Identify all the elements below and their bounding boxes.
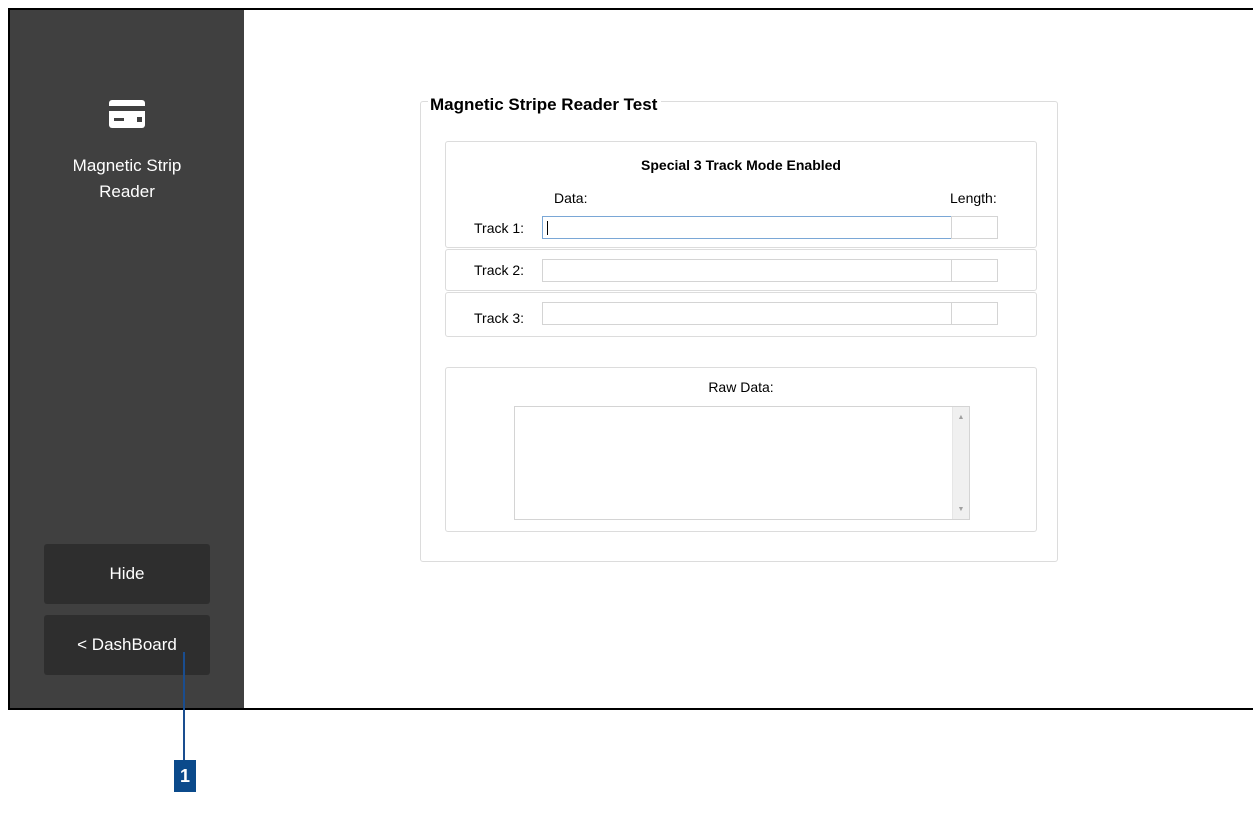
track2-data-field[interactable] [542,259,952,282]
sidebar-title-line2: Reader [99,182,155,201]
hide-button[interactable]: Hide [44,544,210,604]
raw-data-textarea[interactable]: ▲ ▼ [514,406,970,520]
scroll-up-arrow-icon[interactable]: ▲ [953,409,969,425]
length-header: Length: [950,190,997,206]
mode-label: Special 3 Track Mode Enabled [641,157,841,173]
text-caret [547,221,548,235]
dashboard-button[interactable]: < DashBoard [44,615,210,675]
callout-badge: 1 [174,760,196,792]
track3-length-field[interactable] [951,302,998,325]
raw-data-scrollbar[interactable]: ▲ ▼ [952,407,969,519]
card-icon [109,100,145,128]
track2-label: Track 2: [474,262,525,278]
sidebar-title-line1: Magnetic Strip [72,156,182,175]
callout-leader-line [183,652,185,760]
track3-label: Track 3: [474,310,525,326]
sidebar-title: Magnetic Strip Reader [10,153,244,205]
group-title: Magnetic Stripe Reader Test [428,94,662,116]
track2-length-field[interactable] [951,259,998,282]
track3-data-field[interactable] [542,302,952,325]
data-header: Data: [554,190,588,206]
track1-length-field[interactable] [951,216,998,239]
raw-data-label: Raw Data: [708,379,774,395]
sidebar: Magnetic Strip Reader Hide < DashBoard [10,10,244,708]
track1-label: Track 1: [474,220,525,236]
scroll-down-arrow-icon[interactable]: ▼ [953,501,969,517]
track1-data-field[interactable] [542,216,952,239]
